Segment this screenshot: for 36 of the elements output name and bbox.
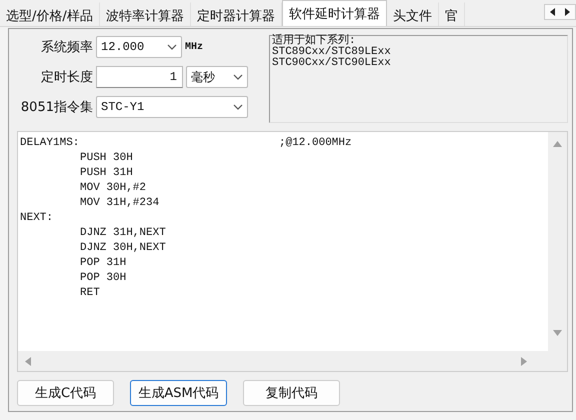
scroll-up-icon[interactable]: [553, 141, 562, 147]
field-label: 8051指令集: [20, 99, 93, 116]
unit-label: MHz: [185, 42, 204, 52]
scroll-right-icon[interactable]: [565, 8, 570, 16]
code-line: POP 30H: [80, 271, 126, 286]
field-label: 系统频率: [40, 39, 93, 56]
code-line: MOV 31H,#234: [80, 196, 160, 211]
unit-dropdown[interactable]: 毫秒: [186, 66, 248, 88]
code-line: DJNZ 31H,NEXT: [80, 226, 166, 241]
code-line: DJNZ 30H,NEXT: [80, 241, 166, 256]
code-line: POP 31H: [80, 256, 126, 271]
code-line: RET: [80, 286, 100, 301]
code-line: PUSH 30H: [80, 151, 133, 166]
tab-scroll-buttons[interactable]: [544, 4, 576, 20]
code-comment: ;@12.000MHz: [279, 136, 352, 151]
scroll-left-icon[interactable]: [550, 8, 555, 16]
frequency-dropdown[interactable]: 12.000: [96, 36, 182, 58]
generate-button[interactable]: 复制代码: [243, 380, 340, 406]
generate-button[interactable]: 生成C代码: [17, 380, 114, 406]
code-line: NEXT:: [20, 211, 54, 226]
code-text-area[interactable]: DELAY1MS: ;@12.000MHz PUSH 30H PUSH 31H MOV 30H,#2 MOV 31H,#234 NEXT: DJNZ 31H,NEXT DJNZ 30H,NEXT POP 31H POP 30H RET: [17, 131, 568, 372]
tab[interactable]: 软件延时计算器: [282, 0, 387, 26]
generate-button[interactable]: 生成ASM代码: [130, 380, 227, 406]
code-line: PUSH 31H: [80, 166, 133, 181]
code-line: MOV 30H,#2: [80, 181, 146, 196]
caret-icon: [233, 104, 243, 110]
code-line: DELAY1MS:: [20, 136, 80, 151]
series-text: STC89Cxx/STC89LExx: [272, 47, 392, 58]
duration-input[interactable]: 1: [96, 66, 183, 88]
caret-icon: [233, 74, 243, 80]
field-label: 定时长度: [40, 69, 93, 86]
series-text: 适用于如下系列:: [272, 36, 356, 47]
caret-icon: [167, 44, 177, 50]
scroll-down-icon[interactable]: [553, 330, 562, 336]
instruction-set-dropdown[interactable]: STC-Y1: [96, 96, 248, 118]
series-text: STC90Cxx/STC90LExx: [272, 58, 392, 69]
